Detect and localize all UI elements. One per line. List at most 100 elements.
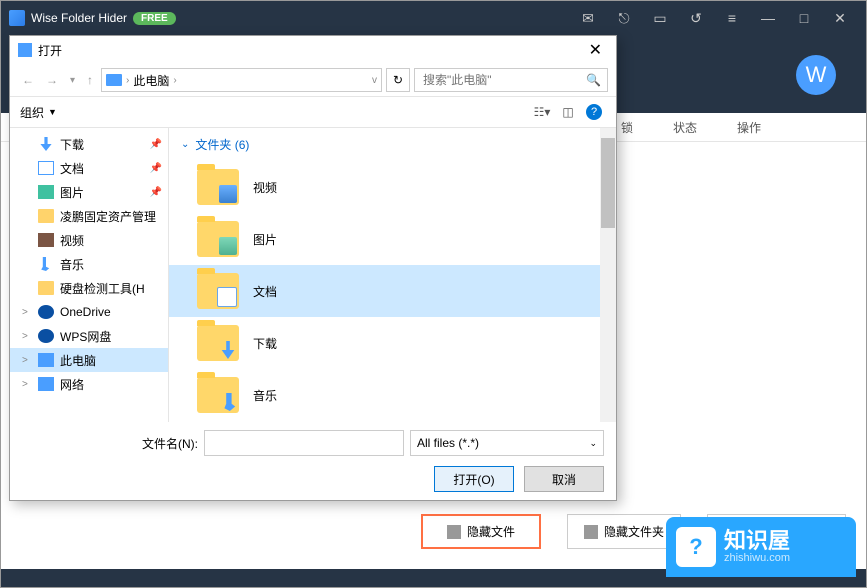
tree-item[interactable]: >此电脑 — [10, 348, 168, 372]
tree-item-label: 硬盘检测工具(H — [60, 280, 145, 297]
vid-icon — [38, 233, 54, 247]
tree-item[interactable]: 图片 📌 — [10, 180, 168, 204]
avatar[interactable]: W — [796, 55, 836, 95]
chevron-right-icon: › — [173, 75, 176, 86]
group-header[interactable]: ⌄ 文件夹 (6) — [169, 128, 616, 161]
tree-item-label: 凌鹏固定资产管理 — [60, 208, 156, 225]
folder-item[interactable]: 视频 — [169, 161, 616, 213]
tree-item-label: 此电脑 — [60, 352, 96, 369]
pin-icon: 📌 — [150, 187, 162, 198]
folder-icon — [584, 525, 598, 539]
tree-item-label: OneDrive — [60, 305, 111, 319]
maximize-button[interactable]: □ — [786, 1, 822, 35]
view-options-button[interactable]: ☷▾ — [530, 101, 554, 123]
tree-item[interactable]: 音乐 — [10, 252, 168, 276]
folder-item[interactable]: 下载 — [169, 317, 616, 369]
folder-icon — [197, 169, 239, 205]
dialog-close-button[interactable]: ✕ — [583, 40, 608, 60]
tree-item[interactable]: >WPS网盘 — [10, 324, 168, 348]
feedback-icon[interactable]: ▭ — [642, 1, 678, 35]
open-button[interactable]: 打开(O) — [434, 466, 514, 492]
dl-icon — [38, 137, 54, 151]
dialog-nav: ← → ▾ ↑ › 此电脑 › v ↻ 🔍 — [10, 64, 616, 96]
nav-forward-button[interactable]: → — [42, 73, 62, 87]
dialog-footer: 文件名(N): All files (*.*) ⌄ 打开(O) 取消 — [10, 422, 616, 500]
group-label: 文件夹 (6) — [195, 136, 249, 153]
hide-folder-button[interactable]: 隐藏文件夹 — [567, 514, 681, 549]
breadcrumb-label: 此电脑 — [133, 72, 169, 89]
nav-back-button[interactable]: ← — [18, 73, 38, 87]
doc-icon — [38, 161, 54, 175]
pin-icon: 📌 — [150, 139, 162, 150]
hide-file-label: 隐藏文件 — [467, 523, 515, 540]
folder-label: 音乐 — [253, 387, 277, 404]
app-titlebar: Wise Folder Hider FREE ✉ ⎋ ▭ ↺ ≡ — □ ✕ — [1, 1, 866, 35]
chevron-down-icon: ▼ — [48, 107, 57, 117]
tree-item[interactable]: > 网络 — [10, 372, 168, 396]
cloud-icon — [38, 305, 54, 319]
search-field[interactable] — [421, 72, 580, 88]
search-icon: 🔍 — [586, 73, 601, 87]
close-button[interactable]: ✕ — [822, 1, 858, 35]
chevron-down-icon[interactable]: v — [372, 75, 377, 86]
tree-item-label: 视频 — [60, 232, 84, 249]
dialog-titlebar: 打开 ✕ — [10, 36, 616, 64]
tree-item[interactable]: 下载📌 — [10, 132, 168, 156]
pic-icon — [38, 185, 54, 199]
tree-item-label: 音乐 — [60, 256, 84, 273]
chevron-right-icon: > — [22, 307, 32, 318]
folder-item[interactable]: 音乐 — [169, 369, 616, 421]
breadcrumb[interactable]: › 此电脑 › v — [101, 68, 382, 92]
tree-item-label: 网络 — [60, 376, 84, 393]
gift-icon[interactable]: ⎋ — [606, 1, 642, 35]
scrollbar[interactable] — [600, 128, 616, 422]
hide-folder-label: 隐藏文件夹 — [604, 523, 664, 540]
dialog-title: 打开 — [38, 42, 62, 59]
cancel-button[interactable]: 取消 — [524, 466, 604, 492]
col-status: 状态 — [673, 119, 697, 136]
folder-label: 文档 — [253, 283, 277, 300]
nav-tree[interactable]: 下载📌文档📌 图片 📌 凌鹏固定资产管理视频音乐硬盘检测工具(H > OneDrive >W… — [10, 128, 169, 422]
content-pane[interactable]: ⌄ 文件夹 (6) 视频图片文档下载音乐 — [169, 128, 616, 422]
mus-icon — [38, 257, 54, 271]
chevron-right-icon: > — [22, 331, 32, 342]
open-button-label: 打开(O) — [453, 471, 494, 488]
col-operation: 操作 — [737, 119, 761, 136]
dialog-icon — [18, 43, 32, 57]
nav-up-button[interactable]: ↑ — [83, 73, 97, 87]
menu-icon[interactable]: ≡ — [714, 1, 750, 35]
settings-icon[interactable]: ↺ — [678, 1, 714, 35]
tree-item[interactable]: 硬盘检测工具(H — [10, 276, 168, 300]
hide-file-button[interactable]: 隐藏文件 — [421, 514, 541, 549]
folder-item[interactable]: 图片 — [169, 213, 616, 265]
tree-item[interactable]: 文档📌 — [10, 156, 168, 180]
folder-icon — [38, 281, 54, 295]
mail-icon[interactable]: ✉ — [570, 1, 606, 35]
tree-item[interactable]: 视频 — [10, 228, 168, 252]
folder-item[interactable]: 文档 — [169, 265, 616, 317]
app-icon — [9, 10, 25, 26]
chevron-right-icon: > — [22, 379, 32, 390]
filetype-filter[interactable]: All files (*.*) ⌄ — [410, 430, 604, 456]
free-badge: FREE — [133, 12, 176, 25]
folder-icon — [197, 377, 239, 413]
chevron-down-icon: ⌄ — [589, 438, 597, 449]
help-button[interactable]: ? — [582, 101, 606, 123]
col-lock: 锁 — [621, 119, 633, 136]
search-input[interactable]: 🔍 — [414, 68, 608, 92]
nav-recent-button[interactable]: ▾ — [66, 75, 79, 86]
tree-item-label: 图片 — [60, 184, 84, 201]
folder-label: 下载 — [253, 335, 277, 352]
watermark-name: 知识屋 — [724, 530, 790, 552]
preview-pane-button[interactable]: ◫ — [556, 101, 580, 123]
tree-item[interactable]: > OneDrive — [10, 300, 168, 324]
net-icon — [38, 377, 54, 391]
tree-item[interactable]: 凌鹏固定资产管理 — [10, 204, 168, 228]
filename-input[interactable] — [204, 430, 404, 456]
folder-icon — [197, 221, 239, 257]
avatar-letter: W — [806, 62, 827, 88]
organize-button[interactable]: 组织 ▼ — [20, 104, 57, 121]
refresh-button[interactable]: ↻ — [386, 68, 410, 92]
cloud-icon — [38, 329, 54, 343]
minimize-button[interactable]: — — [750, 1, 786, 35]
